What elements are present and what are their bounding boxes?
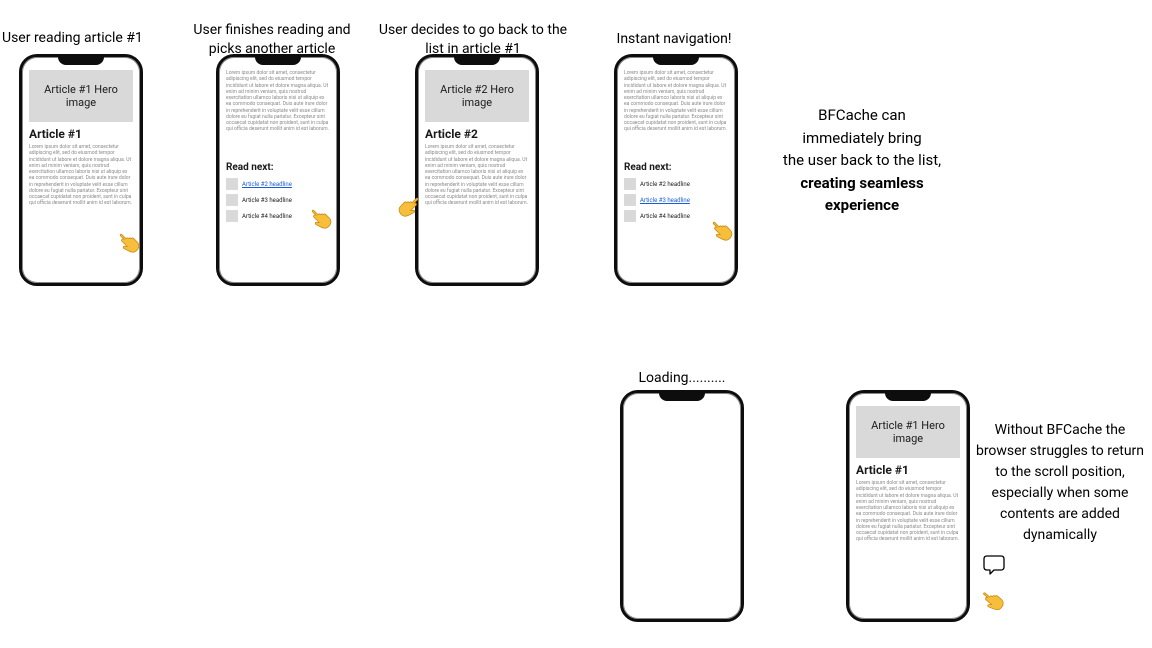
article-body-text: Lorem ipsum dolor sit amet, consectetur … bbox=[29, 144, 133, 207]
article-title: Article #1 bbox=[29, 128, 133, 141]
read-next-heading: Read next: bbox=[624, 162, 728, 173]
explainer-line: browser struggles to return bbox=[976, 443, 1144, 459]
article-body-text: Lorem ipsum dolor sit amet, consectetur … bbox=[226, 70, 330, 160]
caption-step-4: Instant navigation! bbox=[604, 30, 744, 49]
explainer-bold-line: creating seamless bbox=[800, 174, 923, 192]
phone-step-4: Lorem ipsum dolor sit amet, consectetur … bbox=[614, 54, 738, 286]
article-body-text: Lorem ipsum dolor sit amet, consectetur … bbox=[624, 70, 728, 160]
phone-screen: Article #2 Hero image Article #2 Lorem i… bbox=[422, 67, 532, 277]
article-hero-image: Article #1 Hero image bbox=[856, 406, 960, 458]
explainer-line: dynamically bbox=[1023, 527, 1097, 543]
read-next-thumb bbox=[226, 194, 238, 206]
article-title: Article #1 bbox=[856, 464, 960, 477]
read-next-label: Article #2 headline bbox=[640, 181, 690, 188]
phone-notch bbox=[255, 57, 301, 65]
phone-step-3: Article #2 Hero image Article #2 Lorem i… bbox=[415, 54, 539, 286]
read-next-label: Article #2 headline bbox=[242, 181, 292, 188]
read-next-thumb bbox=[624, 194, 636, 206]
phone-notch bbox=[885, 393, 931, 401]
article-hero-image: Article #2 Hero image bbox=[425, 70, 529, 122]
read-next-thumb bbox=[624, 178, 636, 190]
phone-notch bbox=[659, 393, 705, 401]
explainer-line: contents are added bbox=[1000, 506, 1120, 522]
phone-notch bbox=[454, 57, 500, 65]
explainer-line: Without BFCache the bbox=[995, 422, 1126, 438]
phone-screen: Lorem ipsum dolor sit amet, consectetur … bbox=[223, 67, 333, 277]
read-next-link-article-2[interactable]: Article #2 headline bbox=[624, 178, 728, 190]
read-next-thumb bbox=[226, 210, 238, 222]
read-next-label: Article #4 headline bbox=[242, 213, 292, 220]
read-next-label: Article #3 headline bbox=[640, 197, 690, 204]
caption-loading: Loading.......... bbox=[622, 369, 742, 388]
explainer-bold-line: experience bbox=[825, 196, 899, 214]
phone-step-2: Lorem ipsum dolor sit amet, consectetur … bbox=[216, 54, 340, 286]
article-body-text: Lorem ipsum dolor sit amet, consectetur … bbox=[425, 144, 529, 207]
phone-result-without-bfcache: Article #1 Hero image Article #1 Lorem i… bbox=[846, 390, 970, 622]
explainer-without-bfcache: Without BFCache the browser struggles to… bbox=[968, 420, 1152, 546]
explainer-line: BFCache can bbox=[818, 106, 906, 124]
read-next-heading: Read next: bbox=[226, 162, 330, 173]
read-next-thumb bbox=[624, 210, 636, 222]
explainer-line: especially when some bbox=[992, 485, 1129, 501]
article-hero-image: Article #1 Hero image bbox=[29, 70, 133, 122]
explainer-with-bfcache: BFCache can immediately bring the user b… bbox=[762, 104, 962, 217]
read-next-thumb bbox=[226, 178, 238, 190]
article-title: Article #2 bbox=[425, 128, 529, 141]
phone-screen bbox=[627, 403, 737, 613]
read-next-list: Article #2 headline Article #3 headline … bbox=[624, 178, 728, 222]
phone-loading bbox=[620, 390, 744, 622]
read-next-link-article-3[interactable]: Article #3 headline bbox=[624, 194, 728, 206]
speech-bubble-icon bbox=[983, 553, 1005, 575]
read-next-label: Article #3 headline bbox=[242, 197, 292, 204]
caption-step-1: User reading article #1 bbox=[2, 29, 160, 48]
explainer-line: the user back to the list, bbox=[783, 151, 941, 169]
article-body-text: Lorem ipsum dolor sit amet, consectetur … bbox=[856, 480, 960, 543]
explainer-line: immediately bring bbox=[802, 129, 921, 147]
read-next-link-article-2[interactable]: Article #2 headline bbox=[226, 178, 330, 190]
phone-notch bbox=[58, 57, 104, 65]
pointer-hand-icon bbox=[972, 580, 1011, 619]
explainer-line: to the scroll position, bbox=[995, 464, 1124, 480]
read-next-label: Article #4 headline bbox=[640, 213, 690, 220]
phone-notch bbox=[653, 57, 699, 65]
phone-screen: Lorem ipsum dolor sit amet, consectetur … bbox=[621, 67, 731, 277]
phone-screen: Article #1 Hero image Article #1 Lorem i… bbox=[853, 403, 963, 613]
